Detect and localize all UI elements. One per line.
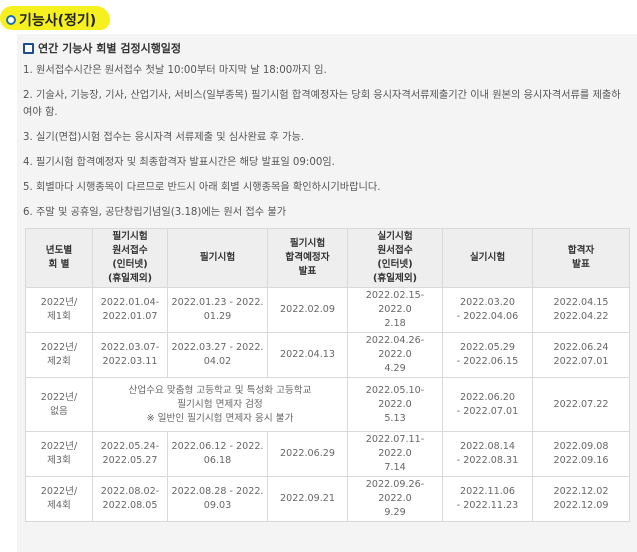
exemption-notice-cell: 산업수요 맞춤형 고등학교 및 특성화 고등학교 필기시험 면제자 검정 ※ 일반인… [92, 377, 348, 432]
table-cell: 2022.02.09 [267, 287, 348, 333]
table-cell: 2022.03.27 - 2022. 04.02 [167, 332, 268, 378]
table-cell: 2022.08.28 - 2022. 09.03 [167, 476, 268, 522]
header-cell: 년도별 회 별 [25, 228, 93, 288]
page-title: 기능사(정기) [6, 10, 96, 30]
table-row: 2022년/제4회 2022.08.02- 2022.08.05 2022.08.… [25, 476, 630, 522]
table-cell: 2022년/제2회 [25, 332, 93, 378]
header-cell: 실기시험 [442, 228, 533, 288]
note-item: 3. 실기(면접)시험 접수는 응시자격 서류제출 및 심사완료 후 가능. [23, 132, 305, 143]
header-cell: 필기시험 원서접수 (인터넷) (휴일제외) [92, 228, 168, 288]
header-cell: 합격자 발표 [532, 228, 630, 288]
circle-bullet-icon [6, 15, 16, 25]
table-cell: 2022년/제4회 [25, 476, 93, 522]
square-bullet-icon [23, 42, 34, 54]
table-cell: 2022.04.13 [267, 332, 348, 378]
note-item: 5. 회별마다 시행종목이 다르므로 반드시 아래 회별 시행종목을 확인하시기… [23, 182, 381, 193]
table-cell: 2022.09.26-2022.0 9.29 [347, 476, 443, 522]
note-item: 1. 원서접수시간은 원서접수 첫날 10:00부터 마지막 날 18:00까지… [23, 65, 327, 76]
table-cell: 2022년/없음 [25, 377, 93, 432]
table-row: 2022년/제3회 2022.05.24- 2022.05.27 2022.06.… [25, 431, 630, 477]
table-cell: 2022.06.20- 2022.07.01 [442, 377, 533, 432]
table-cell: 2022.06.29 [267, 431, 348, 477]
table-cell: 2022.01.04- 2022.01.07 [92, 287, 168, 333]
table-cell: 2022.08.02- 2022.08.05 [92, 476, 168, 522]
table-cell: 2022.05.29- 2022.06.15 [442, 332, 533, 378]
schedule-table: 년도별 회 별 필기시험 원서접수 (인터넷) (휴일제외) 필기시험 필기시험 합격예정… [25, 228, 630, 522]
note-item: 4. 필기시험 합격예정자 및 최종합격자 발표시간은 해당 발표일 09:00… [23, 157, 335, 168]
table-cell: 2022.03.20- 2022.04.06 [442, 287, 533, 333]
header-cell: 실기시험 원서접수 (인터넷) (휴일제외) [347, 228, 443, 288]
table-header-row: 년도별 회 별 필기시험 원서접수 (인터넷) (휴일제외) 필기시험 필기시험 합격예정… [25, 228, 630, 288]
table-cell: 2022년/제3회 [25, 431, 93, 477]
table-cell: 2022.09.08 2022.09.16 [532, 431, 630, 477]
table-cell: 2022년/제1회 [25, 287, 93, 333]
table-cell: 2022.04.15 2022.04.22 [532, 287, 630, 333]
table-cell: 2022.06.12 - 2022. 06.18 [167, 431, 268, 477]
table-cell: 2022.04.26-2022.0 4.29 [347, 332, 443, 378]
table-cell: 2022.12.02 2022.12.09 [532, 476, 630, 522]
header-cell: 필기시험 [167, 228, 268, 288]
page-title-area: 기능사(정기) [0, 4, 120, 32]
schedule-panel: 연간 기능사 회별 검정시행일정 1. 원서접수시간은 원서접수 첫날 10:0… [17, 34, 637, 552]
note-item: 2. 기술사, 기능장, 기사, 산업기사, 서비스(일부종목) 필기시험 합격… [23, 90, 621, 118]
table-row: 2022년/없음 산업수요 맞춤형 고등학교 및 특성화 고등학교 필기시험 면제… [25, 377, 630, 432]
table-cell: 2022.03.07- 2022.03.11 [92, 332, 168, 378]
table-cell: 2022.08.14- 2022.08.31 [442, 431, 533, 477]
section-title: 연간 기능사 회별 검정시행일정 [23, 40, 181, 56]
table-cell: 2022.02.15-2022.0 2.18 [347, 287, 443, 333]
table-cell: 2022.07.22 [532, 377, 630, 432]
table-row: 2022년/제2회 2022.03.07- 2022.03.11 2022.03.… [25, 332, 630, 378]
table-row: 2022년/제1회 2022.01.04- 2022.01.07 2022.01.… [25, 287, 630, 333]
table-cell: 2022.07.11-2022.0 7.14 [347, 431, 443, 477]
table-cell: 2022.11.06- 2022.11.23 [442, 476, 533, 522]
page-title-text: 기능사(정기) [19, 13, 97, 29]
table-cell: 2022.06.24 2022.07.01 [532, 332, 630, 378]
table-cell: 2022.05.10-2022.0 5.13 [347, 377, 443, 432]
note-item: 6. 주말 및 공휴일, 공단창립기념일(3.18)에는 원서 접수 불가 [23, 207, 287, 218]
header-cell: 필기시험 합격예정자 발표 [267, 228, 348, 288]
section-title-text: 연간 기능사 회별 검정시행일정 [38, 42, 182, 55]
table-cell: 2022.09.21 [267, 476, 348, 522]
table-cell: 2022.01.23 - 2022. 01.29 [167, 287, 268, 333]
table-cell: 2022.05.24- 2022.05.27 [92, 431, 168, 477]
